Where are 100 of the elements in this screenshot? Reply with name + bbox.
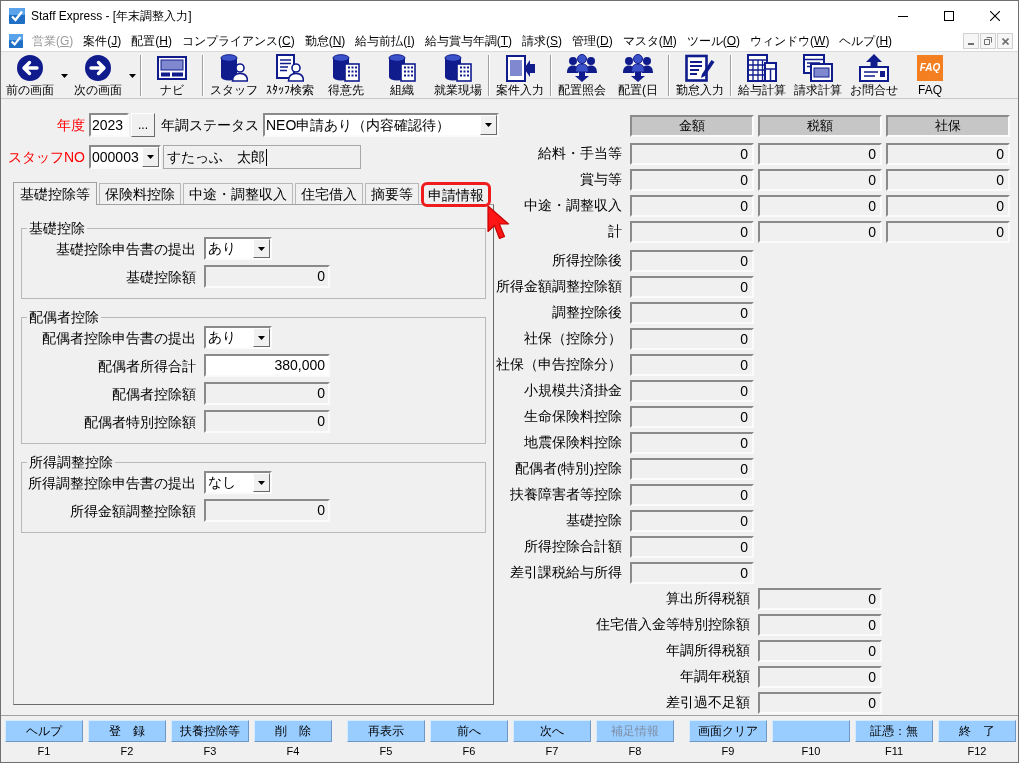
toolbar-button[interactable]: 次の画面 (70, 52, 126, 97)
function-key-button[interactable]: 前へ (430, 720, 508, 742)
function-key-button[interactable]: 登 録 (88, 720, 166, 742)
row-label: 計 (608, 223, 622, 241)
menu-item[interactable]: コンプライアンス(C) (177, 33, 300, 49)
tab[interactable]: 保険料控除 (99, 183, 181, 204)
menu-item[interactable]: 案件(J) (78, 33, 127, 49)
tab[interactable]: 基礎控除等 (13, 182, 97, 205)
amount-field: 0 (630, 328, 754, 350)
row-label: 給料・手当等 (538, 145, 622, 163)
staff-number-select[interactable]: 000003 (89, 145, 161, 169)
select-field[interactable]: なし (204, 471, 272, 494)
menu-item[interactable]: ウィンドウ(W) (745, 33, 835, 49)
toolbar-button[interactable]: 勤怠入力 (672, 52, 728, 97)
toolbar-button[interactable]: スタッフ (206, 52, 262, 97)
function-key-label: F4 (286, 744, 300, 758)
toolbar-button[interactable]: 給与計算 (734, 52, 790, 97)
amount-field: 0 (886, 195, 1010, 217)
people-arrow-icon (623, 54, 653, 82)
toolbar-button[interactable]: 配置照会 (554, 52, 610, 97)
amount-field: 0 (630, 510, 754, 532)
menu-item[interactable]: 管理(D) (567, 33, 618, 49)
dropdown-button[interactable] (253, 328, 270, 347)
function-key-button[interactable]: 終 了 (938, 720, 1016, 742)
row-label: 年調年税額 (680, 668, 750, 686)
close-button[interactable] (997, 33, 1013, 49)
menu-item[interactable]: マスタ(M) (617, 33, 682, 49)
row-label: 基礎控除 (566, 512, 622, 530)
dropdown-button[interactable] (253, 239, 270, 258)
field-label: 配偶者所得合計 (98, 356, 196, 375)
staff-name-field[interactable]: すたっふ 太郎 (163, 145, 361, 169)
dropdown-button[interactable] (142, 147, 159, 167)
row-label: 地震保険料控除 (524, 434, 622, 452)
keyboard-icon (157, 56, 187, 80)
function-key-button[interactable]: ヘルプ (5, 720, 83, 742)
toolbar-button[interactable]: ナビ (144, 52, 200, 97)
tab[interactable]: 住宅借入 (295, 183, 363, 204)
toolbar-button[interactable]: FAQ FAQ (902, 52, 958, 97)
tab[interactable]: 摘要等 (365, 183, 419, 204)
function-key-button[interactable]: 扶養控除等 (171, 720, 249, 742)
ellipsis-button[interactable]: ... (131, 113, 155, 137)
select-field[interactable]: あり (204, 237, 272, 260)
caret-down-icon (258, 335, 265, 340)
function-key-label: F11 (884, 744, 904, 758)
menu-item[interactable]: 勤怠(N) (299, 33, 351, 49)
field-label: 配偶者控除申告書の提出 (42, 328, 196, 347)
status-select[interactable]: NEO申請あり（内容確認待） (263, 113, 499, 137)
function-key-button[interactable]: 証憑：無 (855, 720, 933, 742)
function-key-label: F12 (967, 744, 987, 758)
toolbar-button[interactable]: 前の画面 (2, 52, 58, 97)
tab[interactable]: 中途・調整収入 (183, 183, 293, 204)
function-key-button[interactable]: 再表示 (347, 720, 425, 742)
dropdown-button[interactable] (253, 473, 270, 492)
menu-item[interactable]: ヘルプ(H) (834, 33, 898, 49)
tab[interactable]: 申請情報 (421, 182, 491, 207)
document-person-icon (276, 54, 304, 82)
database-building-icon (388, 54, 416, 82)
toolbar-button[interactable]: 配置(日 (610, 52, 666, 97)
function-key-button[interactable]: 次へ (513, 720, 591, 742)
restore-icon (984, 37, 992, 45)
toolbar-button[interactable]: 得意先 (318, 52, 374, 97)
database-person-icon (220, 54, 248, 82)
amount-field: 0 (630, 302, 754, 324)
function-key-label: F2 (120, 744, 134, 758)
function-key-label: F5 (379, 744, 393, 758)
toolbar-button[interactable]: お問合せ (846, 52, 902, 97)
minimize-button[interactable] (963, 33, 979, 49)
menu-item[interactable]: 請求(S) (517, 33, 568, 49)
function-key-button[interactable]: 削 除 (254, 720, 332, 742)
tray-arrow-icon (859, 54, 889, 82)
restore-button[interactable] (980, 33, 996, 49)
toolbar-button[interactable]: 就業現場 (430, 52, 486, 97)
function-key-button[interactable]: 画面クリア (689, 720, 767, 742)
amount-field: 0 (886, 221, 1010, 243)
amount-field: 0 (758, 221, 882, 243)
staff-number-label: スタッフNO (8, 148, 85, 166)
amount-field: 0 (630, 380, 754, 402)
pointer-cursor-icon (487, 205, 510, 240)
caret-down-icon (258, 480, 265, 485)
year-field[interactable]: 2023 (89, 113, 129, 137)
column-header: 金額 (630, 115, 754, 137)
database-building-icon (332, 54, 360, 82)
toolbar-button[interactable]: ｽﾀｯﾌ検索 (262, 52, 318, 97)
toolbar-button[interactable]: 案件入力 (492, 52, 548, 97)
readonly-field: 0 (204, 410, 330, 433)
menu-item[interactable]: 配置(H) (126, 33, 177, 49)
menu-item[interactable]: ツール(O) (681, 33, 746, 49)
menu-item[interactable]: 給与前払(I) (350, 33, 420, 49)
amount-field: 0 (630, 250, 754, 272)
input-field[interactable]: 380,000 (204, 354, 330, 377)
row-label: 調整控除後 (552, 304, 622, 322)
field-label: 配偶者特別控除額 (84, 412, 196, 431)
document-pencil-icon (685, 54, 715, 82)
toolbar-button[interactable]: 組織 (374, 52, 430, 97)
menu-item[interactable]: 給与賞与年調(T) (419, 33, 518, 49)
amount-field: 0 (886, 143, 1010, 165)
readonly-field: 0 (204, 382, 330, 405)
toolbar-button[interactable]: 請求計算 (790, 52, 846, 97)
dropdown-button[interactable] (480, 115, 497, 135)
select-field[interactable]: あり (204, 326, 272, 349)
